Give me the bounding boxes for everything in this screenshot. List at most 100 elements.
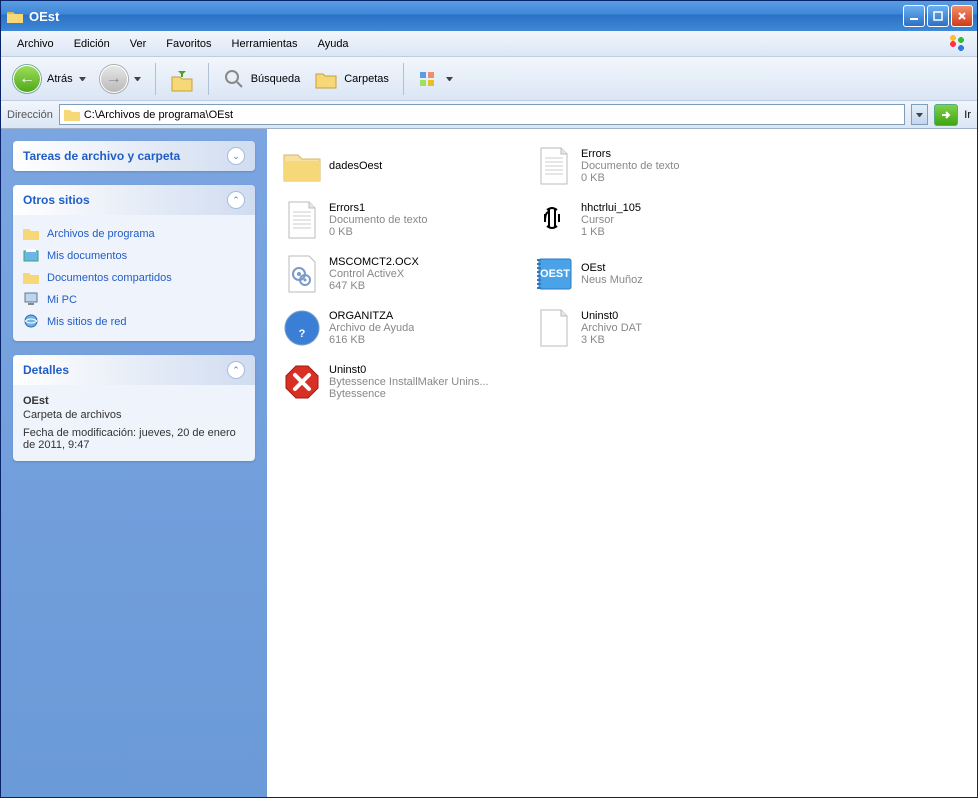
back-icon: ←	[13, 65, 41, 93]
sidebar-item-compartidos[interactable]: Documentos compartidos	[23, 267, 245, 289]
blank-file-icon	[533, 307, 575, 349]
help-icon: ?	[281, 307, 323, 349]
file-size: 1 KB	[581, 226, 641, 238]
menu-favoritos[interactable]: Favoritos	[156, 34, 221, 54]
views-button[interactable]	[414, 68, 457, 90]
details-type: Carpeta de archivos	[23, 409, 245, 421]
computer-icon	[23, 292, 39, 308]
file-publisher: Bytessence	[329, 388, 489, 400]
details-panel-header[interactable]: Detalles ⌃	[13, 355, 255, 385]
file-size: 616 KB	[329, 334, 414, 346]
chevron-down-icon	[446, 77, 453, 81]
file-name: Uninst0	[329, 364, 489, 376]
file-size: 3 KB	[581, 334, 642, 346]
go-arrow-icon	[940, 109, 952, 121]
svg-text:OEST: OEST	[540, 268, 570, 280]
address-dropdown[interactable]	[911, 104, 928, 125]
titlebar[interactable]: OEst	[1, 1, 977, 31]
file-name: hhctrlui_105	[581, 202, 641, 214]
svg-text:?: ?	[299, 328, 306, 340]
file-meta: Archivo de Ayuda	[329, 322, 414, 334]
up-button[interactable]	[166, 63, 198, 95]
places-panel: Otros sitios ⌃ Archivos de programa Mis …	[13, 185, 255, 341]
sidebar-item-misdocs[interactable]: Mis documentos	[23, 245, 245, 267]
file-name: MSCOMCT2.OCX	[329, 256, 419, 268]
sidebar-item-label: Mi PC	[47, 294, 77, 306]
file-item-ocx[interactable]: MSCOMCT2.OCX Control ActiveX 647 KB	[275, 249, 523, 299]
menu-herramientas[interactable]: Herramientas	[222, 34, 308, 54]
file-item-oest[interactable]: OEST OEst Neus Muñoz	[527, 249, 775, 299]
folders-icon	[314, 68, 338, 90]
file-item-cursor[interactable]: hhctrlui_105 Cursor 1 KB	[527, 195, 775, 245]
address-input[interactable]	[84, 109, 900, 121]
shared-folder-icon	[23, 270, 39, 286]
window-title: OEst	[29, 9, 901, 24]
folder-icon	[64, 108, 80, 121]
address-field-container[interactable]	[59, 104, 905, 125]
documents-icon	[23, 248, 39, 264]
collapse-icon: ⌃	[227, 191, 245, 209]
details-panel: Detalles ⌃ OEst Carpeta de archivos Fech…	[13, 355, 255, 461]
expand-icon: ⌄	[227, 147, 245, 165]
folder-icon	[7, 10, 23, 23]
windows-flag-icon	[943, 34, 971, 54]
sidebar-item-mipc[interactable]: Mi PC	[23, 289, 245, 311]
file-item-text[interactable]: Errors Documento de texto 0 KB	[527, 141, 775, 191]
places-panel-body: Archivos de programa Mis documentos Docu…	[13, 215, 255, 341]
sidebar-item-label: Documentos compartidos	[47, 272, 172, 284]
file-item-dat[interactable]: Uninst0 Archivo DAT 3 KB	[527, 303, 775, 353]
back-label: Atrás	[47, 73, 73, 85]
folders-label: Carpetas	[344, 73, 389, 85]
activex-icon	[281, 253, 323, 295]
file-name: OEst	[581, 262, 643, 274]
program-icon: OEST	[533, 253, 575, 295]
file-item-help[interactable]: ? ORGANITZA Archivo de Ayuda 616 KB	[275, 303, 523, 353]
folder-up-icon	[170, 65, 194, 93]
places-panel-header[interactable]: Otros sitios ⌃	[13, 185, 255, 215]
forward-button[interactable]: →	[96, 63, 145, 95]
close-button[interactable]	[951, 5, 973, 27]
minimize-button[interactable]	[903, 5, 925, 27]
details-panel-body: OEst Carpeta de archivos Fecha de modifi…	[13, 385, 255, 461]
separator	[403, 63, 404, 95]
menubar: Archivo Edición Ver Favoritos Herramient…	[1, 31, 977, 57]
folders-button[interactable]: Carpetas	[310, 66, 393, 92]
sidebar-item-label: Mis sitios de red	[47, 316, 126, 328]
network-icon	[23, 314, 39, 330]
separator	[155, 63, 156, 95]
file-meta: Neus Muñoz	[581, 274, 643, 286]
file-item-uninstaller[interactable]: Uninst0 Bytessence InstallMaker Unins...…	[275, 357, 523, 407]
sidebar-item-label: Mis documentos	[47, 250, 127, 262]
file-meta: Control ActiveX	[329, 268, 419, 280]
details-modified: Fecha de modificación: jueves, 20 de ene…	[23, 427, 245, 451]
chevron-down-icon	[79, 77, 86, 81]
file-list: dadesOest Errors Documento de texto 0 KB…	[267, 129, 977, 797]
menu-ayuda[interactable]: Ayuda	[308, 34, 359, 54]
toolbar: ← Atrás → Búsqueda Carpetas	[1, 57, 977, 101]
folder-icon	[23, 226, 39, 242]
file-item-text[interactable]: Errors1 Documento de texto 0 KB	[275, 195, 523, 245]
file-name: Errors	[581, 148, 679, 160]
views-icon	[418, 70, 440, 88]
sidebar-item-red[interactable]: Mis sitios de red	[23, 311, 245, 333]
file-meta: Archivo DAT	[581, 322, 642, 334]
tasks-panel-header[interactable]: Tareas de archivo y carpeta ⌄	[13, 141, 255, 171]
sidebar-item-archivos[interactable]: Archivos de programa	[23, 223, 245, 245]
text-file-icon	[281, 199, 323, 241]
tasks-panel: Tareas de archivo y carpeta ⌄	[13, 141, 255, 171]
file-name: Errors1	[329, 202, 427, 214]
search-button[interactable]: Búsqueda	[219, 66, 305, 92]
menu-archivo[interactable]: Archivo	[7, 34, 64, 54]
menu-edicion[interactable]: Edición	[64, 34, 120, 54]
maximize-button[interactable]	[927, 5, 949, 27]
file-item-folder[interactable]: dadesOest	[275, 141, 523, 191]
menu-ver[interactable]: Ver	[120, 34, 157, 54]
go-button[interactable]	[934, 104, 958, 126]
back-button[interactable]: ← Atrás	[9, 63, 90, 95]
file-size: 0 KB	[581, 172, 679, 184]
chevron-down-icon	[134, 77, 141, 81]
sidebar: Tareas de archivo y carpeta ⌄ Otros siti…	[1, 129, 267, 797]
file-name: Uninst0	[581, 310, 642, 322]
text-file-icon	[533, 145, 575, 187]
file-name: dadesOest	[329, 160, 382, 172]
